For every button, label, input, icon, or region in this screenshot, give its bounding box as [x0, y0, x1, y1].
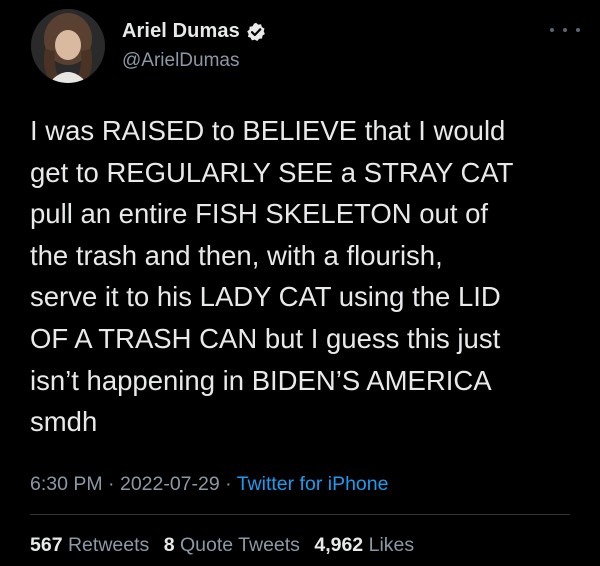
meta-separator: ·: [108, 473, 115, 495]
author-name-row: Ariel Dumas: [122, 20, 266, 43]
tweet-meta: 6:30 PM · 2022-07-29 · Twitter for iPhon…: [30, 473, 388, 496]
likes-count: 4,962: [314, 534, 364, 556]
author-display-name[interactable]: Ariel Dumas: [122, 20, 240, 43]
tweet-time[interactable]: 6:30 PM: [30, 473, 103, 495]
quote-tweets-stat[interactable]: 8 Quote Tweets: [164, 534, 300, 556]
quotes-count: 8: [163, 534, 175, 556]
retweets-count: 567: [30, 534, 63, 556]
verified-badge-icon: [246, 22, 266, 42]
retweets-stat[interactable]: 567 Retweets: [30, 534, 149, 556]
tweet-stats: 567 Retweets 8 Quote Tweets 4,962 Likes: [30, 534, 414, 557]
likes-stat[interactable]: 4,962 Likes: [314, 534, 414, 556]
avatar[interactable]: [31, 9, 105, 83]
more-horizontal-icon[interactable]: [550, 22, 580, 38]
author-handle[interactable]: @ArielDumas: [122, 50, 239, 72]
divider: [30, 514, 570, 515]
likes-label: Likes: [368, 534, 415, 556]
tweet-card: Ariel Dumas @ArielDumas I was RAISED to …: [0, 0, 600, 566]
tweet-source-link[interactable]: Twitter for iPhone: [237, 473, 389, 495]
quotes-label: Quote Tweets: [179, 534, 300, 556]
tweet-date[interactable]: 2022-07-29: [120, 473, 220, 495]
retweets-label: Retweets: [67, 534, 150, 556]
meta-separator: ·: [225, 473, 232, 495]
tweet-text: I was RAISED to BELIEVE that I would get…: [30, 115, 514, 438]
